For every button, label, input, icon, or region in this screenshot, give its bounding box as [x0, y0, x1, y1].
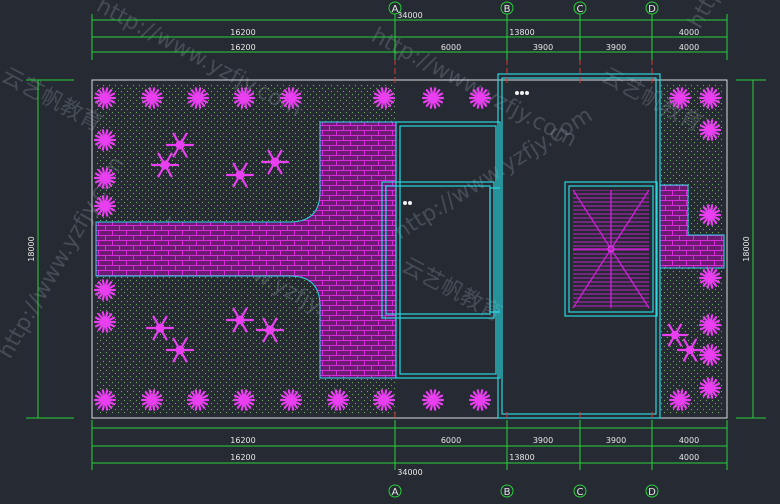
- axis-label: D: [648, 4, 656, 15]
- dim-bottom-row1: 3900: [606, 436, 626, 445]
- flower-icon: [421, 389, 445, 411]
- dim-top-row2: 4000: [679, 28, 699, 37]
- axis-label: C: [577, 4, 584, 15]
- flower-icon: [421, 87, 445, 109]
- dim-bottom-total: 34000: [397, 468, 422, 477]
- dim-top-row3: 4000: [679, 43, 699, 52]
- axis-bubbles-top: A B C D: [388, 1, 659, 15]
- flower-icon: [468, 389, 492, 411]
- dim-bottom-row2: 16200: [230, 453, 255, 462]
- dim-bottom-row1: 4000: [679, 436, 699, 445]
- dim-left-height: 18000: [27, 236, 36, 261]
- axis-label: D: [648, 487, 656, 498]
- dim-top-row3: 3900: [606, 43, 626, 52]
- dim-right-height: 18000: [742, 236, 751, 261]
- dim-top-row3: 3900: [533, 43, 553, 52]
- dim-top-row3: 16200: [230, 43, 255, 52]
- dim-bottom-row2: 13800: [509, 453, 534, 462]
- axis-label: A: [392, 487, 399, 498]
- dim-top-total: 34000: [397, 11, 422, 20]
- dim-top-row3: 6000: [441, 43, 461, 52]
- dim-bottom-row1: 6000: [441, 436, 461, 445]
- axis-label: B: [504, 487, 511, 498]
- site-plan-drawing: http://www.yzfjy.com http://www.yzfjy.co…: [0, 0, 780, 498]
- axis-bubbles-bottom: A B C D: [388, 484, 659, 498]
- dim-top-row2: 13800: [509, 28, 534, 37]
- axis-label: B: [504, 4, 511, 15]
- dim-bottom-row2: 4000: [679, 453, 699, 462]
- dim-bottom-row1: 16200: [230, 436, 255, 445]
- axis-label: C: [577, 487, 584, 498]
- dim-bottom-row1: 3900: [533, 436, 553, 445]
- dim-top-row2: 16200: [230, 28, 255, 37]
- roof-hatch: [572, 189, 650, 309]
- cad-plan-view: http://www.yzfjy.com http://www.yzfjy.co…: [0, 0, 780, 500]
- watermark-brand: 云艺帆教育: [0, 63, 106, 137]
